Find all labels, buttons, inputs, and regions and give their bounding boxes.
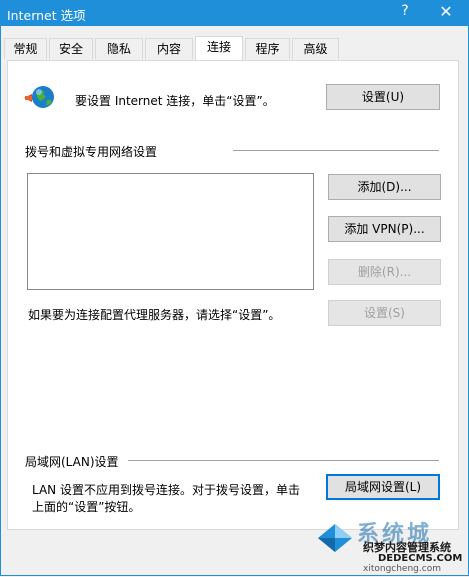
add-connection-button[interactable]: 添加(D)... (328, 174, 441, 200)
tab-connections[interactable]: 连接 (195, 36, 243, 60)
add-vpn-button[interactable]: 添加 VPN(P)... (328, 216, 441, 242)
setup-instruction: 要设置 Internet 连接，单击“设置”。 (75, 94, 275, 108)
tab-privacy[interactable]: 隐私 (95, 38, 143, 59)
connections-list[interactable] (27, 173, 314, 290)
window-title: Internet 选项 (7, 8, 86, 23)
title-bar: Internet 选项 ? ✕ (0, 0, 469, 26)
lan-heading: 局域网(LAN)设置 (25, 455, 119, 469)
remove-connection-button[interactable]: 删除(R)... (328, 259, 441, 285)
tab-security[interactable]: 安全 (49, 38, 93, 59)
tab-general[interactable]: 常规 (4, 38, 47, 59)
lan-instruction-line2: 上面的“设置”按钮。 (32, 500, 141, 514)
tab-programs[interactable]: 程序 (245, 38, 290, 59)
watermark: 系统城 织梦内容管理系统 DEDECMS.COM xitongcheng.com (315, 500, 465, 575)
tab-advanced[interactable]: 高级 (292, 38, 339, 59)
lan-settings-button[interactable]: 局域网设置(L) (326, 474, 440, 500)
close-button[interactable]: ✕ (437, 2, 455, 21)
dialup-heading: 拨号和虚拟专用网络设置 (25, 145, 158, 159)
watermark-logo-icon (318, 524, 352, 552)
dialup-settings-button[interactable]: 设置(S) (328, 300, 441, 326)
watermark-line3: xitongcheng.com (363, 564, 441, 574)
setup-button[interactable]: 设置(U) (326, 84, 440, 110)
help-button[interactable]: ? (398, 3, 412, 19)
dialup-divider (233, 150, 439, 151)
watermark-line2: DEDECMS.COM (378, 553, 463, 564)
tab-content[interactable]: 内容 (145, 38, 193, 59)
lan-divider (128, 460, 439, 461)
lan-instruction-line1: LAN 设置不应用到拨号连接。对于拨号设置，单击 (32, 483, 300, 497)
globe-network-icon (24, 86, 54, 108)
proxy-instruction: 如果要为连接配置代理服务器，请选择“设置”。 (28, 308, 281, 322)
